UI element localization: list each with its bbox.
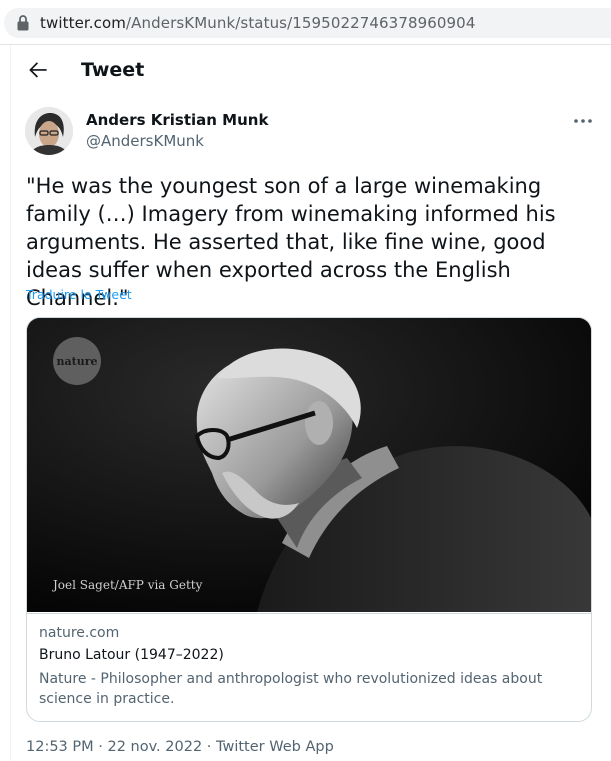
translate-tweet-link[interactable]: Traduire le Tweet	[26, 287, 132, 302]
tweet-column: Tweet Anders Kristian Munk @AndersKMunk …	[10, 45, 611, 761]
url-path: /AndersKMunk/status/1595022746378960904	[126, 14, 476, 32]
url-text[interactable]: twitter.com/AndersKMunk/status/159502274…	[40, 13, 475, 33]
browser-address-bar: twitter.com/AndersKMunk/status/159502274…	[0, 0, 611, 45]
url-field[interactable]: twitter.com/AndersKMunk/status/159502274…	[4, 8, 611, 38]
tweet-source[interactable]: Twitter Web App	[216, 739, 334, 755]
card-domain: nature.com	[39, 625, 120, 641]
tweet-date[interactable]: 22 nov. 2022	[107, 739, 202, 755]
page-title: Tweet	[81, 59, 145, 81]
card-meta[interactable]: nature.com Bruno Latour (1947–2022) Natu…	[27, 613, 591, 721]
card-description: Nature - Philosopher and anthropologist …	[39, 671, 543, 707]
author-handle[interactable]: @AndersKMunk	[86, 131, 204, 151]
card-image[interactable]: nature Joel Saget/AFP via Getty	[27, 318, 591, 612]
avatar-image	[25, 107, 73, 155]
arrow-left-icon[interactable]	[25, 57, 51, 83]
author-name[interactable]: Anders Kristian Munk	[86, 110, 268, 130]
separator: ·	[206, 739, 212, 755]
lock-icon[interactable]	[16, 14, 30, 32]
photo-credit: Joel Saget/AFP via Getty	[51, 578, 203, 592]
portrait-photo: nature Joel Saget/AFP via Getty	[27, 318, 591, 612]
url-host: twitter.com	[40, 14, 127, 32]
avatar[interactable]	[25, 107, 73, 155]
separator: ·	[98, 739, 103, 755]
nature-logo: nature	[57, 355, 98, 368]
more-horizontal-icon[interactable]	[571, 111, 595, 131]
link-preview-card[interactable]: nature Joel Saget/AFP via Getty nature.c…	[26, 317, 592, 722]
card-title: Bruno Latour (1947–2022)	[39, 647, 224, 663]
tweet-time[interactable]: 12:53 PM	[26, 739, 94, 755]
page-header: Tweet	[11, 45, 611, 95]
tweet-meta: 12:53 PM · 22 nov. 2022 · Twitter Web Ap…	[26, 739, 334, 755]
